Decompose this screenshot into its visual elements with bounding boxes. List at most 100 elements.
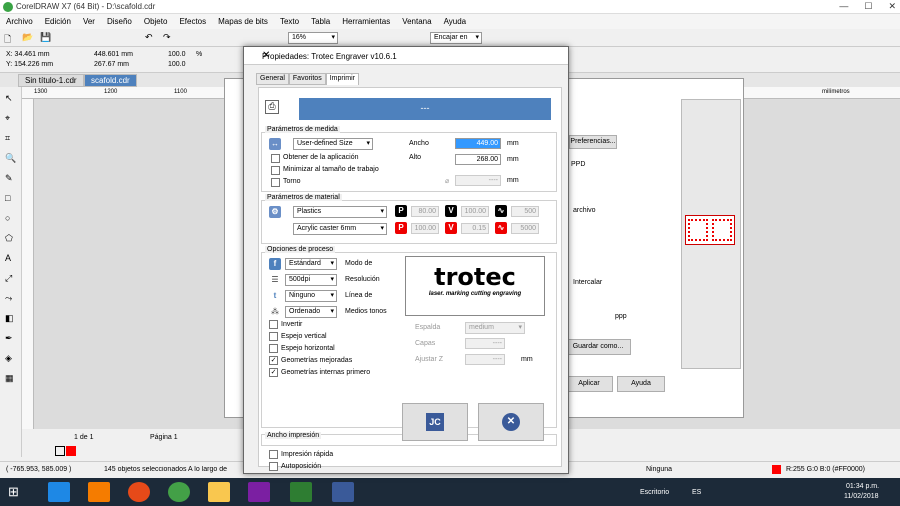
x-coord[interactable]: X: 34.461 mm: [6, 51, 50, 58]
height-value[interactable]: 267.67 mm: [94, 61, 129, 68]
tab-scafold[interactable]: scafold.cdr: [84, 74, 137, 87]
page-tab[interactable]: Página 1: [150, 434, 178, 441]
close-icon[interactable]: ✕: [888, 1, 896, 12]
menu-item[interactable]: Ayuda: [444, 17, 467, 26]
cancel-button[interactable]: ✕: [478, 403, 544, 441]
espejo-v-checkbox[interactable]: [269, 332, 278, 341]
maximize-icon[interactable]: ☐: [864, 1, 872, 12]
close-icon[interactable]: ✕: [262, 50, 562, 61]
ie-icon[interactable]: [48, 482, 70, 502]
alto-input[interactable]: 268.00: [455, 154, 501, 165]
crop-tool-icon[interactable]: ⌗: [5, 133, 10, 144]
ancho-input[interactable]: 449.00: [455, 138, 501, 149]
menu-item[interactable]: Efectos: [179, 17, 206, 26]
save-icon[interactable]: 💾: [40, 32, 51, 43]
smart-fill-tool-icon[interactable]: ▦: [5, 373, 14, 384]
material-select[interactable]: Plastics: [293, 206, 387, 218]
tab-favoritos[interactable]: Favoritos: [288, 73, 326, 85]
invertir-checkbox[interactable]: [269, 320, 278, 329]
printer-icon: ⎙: [265, 100, 279, 114]
minimize-icon[interactable]: —: [839, 1, 848, 12]
scale-y[interactable]: 100.0: [168, 61, 186, 68]
rapida-checkbox[interactable]: [269, 450, 278, 459]
autoposicion-checkbox[interactable]: [269, 462, 278, 471]
zoom-select[interactable]: 16%: [288, 32, 338, 44]
text-tool-icon[interactable]: A: [5, 253, 11, 263]
red-swatch[interactable]: [66, 446, 76, 456]
obtener-checkbox[interactable]: [271, 154, 280, 163]
y-coord[interactable]: Y: 154.226 mm: [6, 61, 53, 68]
velocity-1: 100.00: [461, 206, 489, 217]
pick-tool-icon[interactable]: ↖: [5, 93, 13, 104]
job-banner: ---: [299, 98, 551, 120]
tab-general[interactable]: General: [256, 73, 289, 85]
selection-status: 145 objetos seleccionados A lo largo de: [104, 466, 227, 473]
width-value[interactable]: 448.601 mm: [94, 51, 133, 58]
halftone-select[interactable]: Ordenado: [285, 306, 337, 318]
menu-item[interactable]: Objeto: [144, 17, 168, 26]
windows-start-icon[interactable]: ⊞: [8, 484, 19, 500]
mode-select[interactable]: Estándard: [285, 258, 337, 270]
no-fill-swatch[interactable]: [55, 446, 65, 456]
coreldraw-logo-icon: [3, 2, 13, 12]
frequency-2: 5000: [511, 223, 539, 234]
zoom-tool-icon[interactable]: 🔍: [5, 153, 16, 164]
snap-select[interactable]: Encajar en: [430, 32, 482, 44]
preferences-button[interactable]: Preferencias...: [569, 135, 617, 149]
espejo-h-checkbox[interactable]: [269, 344, 278, 353]
app-icon[interactable]: [248, 482, 270, 502]
undo-icon[interactable]: ↶: [145, 32, 153, 43]
fill-tool-icon[interactable]: ◈: [5, 353, 12, 364]
geometrias-internas-checkbox[interactable]: ✓: [269, 368, 278, 377]
firefox-icon[interactable]: [128, 482, 150, 502]
open-icon[interactable]: 📂: [22, 32, 33, 43]
redo-icon[interactable]: ↷: [163, 32, 171, 43]
jobcontrol-button[interactable]: JC: [402, 403, 468, 441]
help-button[interactable]: Ayuda: [617, 376, 665, 392]
torno-checkbox[interactable]: [271, 178, 280, 187]
menu-item[interactable]: Texto: [280, 17, 299, 26]
tab-untitled[interactable]: Sin título-1.cdr: [18, 74, 84, 87]
parallel-dimension-tool-icon[interactable]: ⤢: [5, 273, 12, 284]
shadow-tool-icon[interactable]: ◧: [5, 313, 14, 324]
polygon-tool-icon[interactable]: ⬠: [5, 233, 13, 244]
resolution-select[interactable]: 500dpi: [285, 274, 337, 286]
menu-item[interactable]: Mapas de bits: [218, 17, 268, 26]
material-sub-select[interactable]: Acrylic caster 6mm: [293, 223, 387, 235]
vertical-ruler[interactable]: [22, 99, 34, 429]
ellipse-tool-icon[interactable]: ○: [5, 213, 10, 223]
menu-item[interactable]: Diseño: [107, 17, 132, 26]
chrome-icon[interactable]: [168, 482, 190, 502]
ruler-tick: 1100: [174, 89, 187, 95]
menu-item[interactable]: Ventana: [402, 17, 431, 26]
explorer-icon[interactable]: [208, 482, 230, 502]
scale-x[interactable]: 100.0: [168, 51, 186, 58]
jobcontrol-icon[interactable]: [332, 482, 354, 502]
menu-item[interactable]: Archivo: [6, 17, 33, 26]
freehand-tool-icon[interactable]: ✎: [5, 173, 13, 184]
tab-imprimir[interactable]: Imprimir: [325, 73, 359, 85]
frequency-1: 500: [511, 206, 539, 217]
menu-item[interactable]: Herramientas: [342, 17, 390, 26]
menu-item[interactable]: Tabla: [311, 17, 330, 26]
geometrias-checkbox[interactable]: ✓: [269, 356, 278, 365]
media-icon[interactable]: [88, 482, 110, 502]
connector-tool-icon[interactable]: ⤳: [5, 293, 12, 304]
save-as-button[interactable]: Guardar como...: [565, 339, 631, 355]
eyedropper-tool-icon[interactable]: ✒: [5, 333, 13, 344]
size-select[interactable]: User-defined Size: [293, 138, 373, 150]
cancel-icon: ✕: [502, 413, 520, 431]
rectangle-tool-icon[interactable]: □: [5, 193, 10, 203]
apply-button[interactable]: Aplicar: [565, 376, 613, 392]
language-indicator[interactable]: ES: [692, 489, 701, 496]
line-select[interactable]: Ninguno: [285, 290, 337, 302]
menu-item[interactable]: Edición: [45, 17, 71, 26]
coreldraw-icon[interactable]: [290, 482, 312, 502]
shape-tool-icon[interactable]: ⌖: [5, 113, 10, 124]
power-cut-icon: P: [395, 222, 407, 234]
minimizar-checkbox[interactable]: [271, 166, 280, 175]
menu-item[interactable]: Ver: [83, 17, 95, 26]
desktop-label[interactable]: Escritorio: [640, 489, 669, 496]
jobcontrol-icon: JC: [426, 413, 444, 431]
new-icon[interactable]: 🗋: [4, 32, 11, 48]
